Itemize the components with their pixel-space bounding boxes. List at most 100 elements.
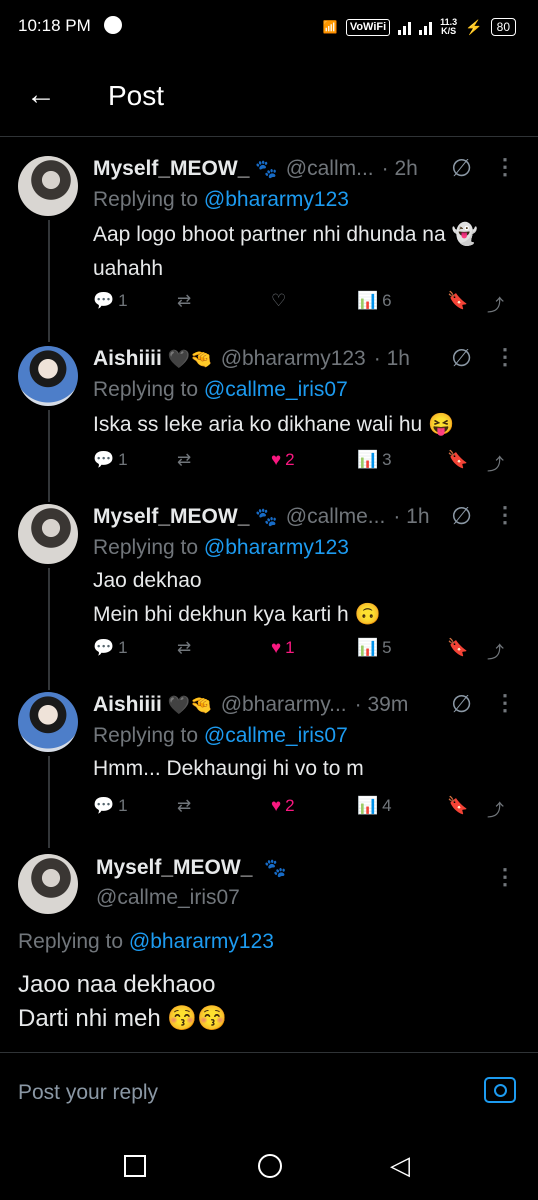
avatar[interactable] (18, 692, 78, 752)
share-button[interactable]: ⤴ (487, 450, 504, 475)
views-button[interactable]: 📊 6 (357, 291, 392, 311)
focused-tweet: Myself_MEOW_ 🐾 @callme_iris07 ⋮ Replying… (0, 850, 538, 1050)
grok-icon[interactable]: ∅ (451, 154, 472, 183)
tweet-text-line: Aap logo bhoot partner nhi dhunda na 👻 (93, 223, 478, 246)
repost-button[interactable]: ⇄ (177, 450, 191, 470)
avatar[interactable] (18, 854, 78, 914)
repost-icon: ⇄ (177, 291, 192, 310)
replying-to: Replying to @bhararmy123 (18, 930, 274, 953)
views-icon: 📊 (357, 450, 379, 469)
share-button[interactable]: ⤴ (487, 291, 504, 316)
tweet-text-line: Jaoo naa dekhaoo (18, 971, 216, 998)
reply-icon: 💬 (93, 291, 115, 310)
back-triangle-icon[interactable]: ◁ (390, 1150, 410, 1181)
more-options-icon[interactable]: ⋮ (494, 864, 516, 890)
mention-link[interactable]: @bhararmy123 (204, 536, 349, 559)
reply-button[interactable]: 💬 1 (93, 638, 128, 658)
more-options-icon[interactable]: ⋮ (494, 154, 516, 180)
display-name[interactable]: Aishiiii (93, 347, 162, 371)
bookmark-button[interactable]: 🔖 (447, 638, 468, 658)
mention-link[interactable]: @callme_iris07 (204, 724, 348, 747)
user-handle[interactable]: @callm... (286, 157, 374, 181)
repost-button[interactable]: ⇄ (177, 291, 191, 311)
avatar[interactable] (18, 504, 78, 564)
more-options-icon[interactable]: ⋮ (494, 502, 516, 528)
status-time: 10:18 PM (18, 16, 91, 35)
mention-link[interactable]: @callme_iris07 (204, 378, 348, 401)
replying-to: Replying to @callme_iris07 (93, 724, 348, 747)
reply-input[interactable]: Post your reply (18, 1081, 158, 1105)
repost-button[interactable]: ⇄ (177, 796, 191, 816)
bookmark-button[interactable]: 🔖 (447, 450, 468, 470)
views-button[interactable]: 📊 4 (357, 796, 392, 816)
grok-icon[interactable]: ∅ (451, 344, 472, 373)
charging-icon: ⚡ (465, 18, 483, 35)
more-options-icon[interactable]: ⋮ (494, 344, 516, 370)
views-button[interactable]: 📊 3 (357, 450, 392, 470)
avatar[interactable] (18, 156, 78, 216)
name-emoji: 🐾 (255, 506, 278, 527)
tweet-actions: 💬 1 ⇄ ♡ 📊 6 🔖 ⤴ (93, 291, 518, 317)
display-name[interactable]: Aishiiii (93, 693, 162, 717)
user-handle[interactable]: @callme... (286, 505, 386, 529)
bookmark-icon: 🔖 (447, 796, 469, 815)
repost-icon: ⇄ (177, 450, 192, 469)
battery-level: 80 (490, 18, 516, 36)
share-icon: ⤴ (487, 296, 504, 315)
more-options-icon[interactable]: ⋮ (494, 690, 516, 716)
tweet-text: Jaoo naa dekhaoo Darti nhi meh 😚😚 (18, 968, 227, 1036)
bookmark-button[interactable]: 🔖 (447, 291, 468, 311)
like-button[interactable]: ♥ 1 (271, 638, 295, 658)
vowifi-badge: VoWiFi (345, 18, 391, 36)
reply-tweet[interactable]: Aishiiii 🖤🤏 @bhararmy... · 39m ∅ ⋮ Reply… (0, 690, 538, 840)
grok-icon[interactable]: ∅ (451, 502, 472, 531)
views-icon: 📊 (357, 796, 379, 815)
mention-link[interactable]: @bhararmy123 (204, 188, 349, 211)
recents-icon[interactable] (124, 1155, 146, 1177)
signal-icon (398, 19, 412, 35)
heart-filled-icon: ♥ (271, 796, 282, 815)
status-icons: 📶 VoWiFi 11.3 K/S ⚡ 80 (323, 16, 516, 38)
share-button[interactable]: ⤴ (487, 638, 504, 663)
reply-tweet[interactable]: Myself_MEOW_ 🐾 @callme... · 1h ∅ ⋮ Reply… (0, 502, 538, 682)
reply-tweet[interactable]: Aishiiii 🖤🤏 @bhararmy123 · 1h ∅ ⋮ Replyi… (0, 344, 538, 494)
back-arrow-icon[interactable]: ← (26, 80, 56, 110)
repost-button[interactable]: ⇄ (177, 638, 191, 658)
reply-button[interactable]: 💬 1 (93, 291, 128, 311)
share-button[interactable]: ⤴ (487, 796, 504, 821)
like-button[interactable]: ♡ (271, 291, 290, 311)
tweet-text-line: Jao dekhao (93, 569, 202, 592)
replying-to: Replying to @bhararmy123 (93, 188, 349, 211)
display-name[interactable]: Myself_MEOW_ (96, 856, 252, 879)
name-emoji: 🐾 (264, 858, 287, 878)
user-handle[interactable]: @callme_iris07 (96, 886, 240, 910)
bookmark-icon: 🔖 (447, 450, 469, 469)
system-nav-bar: ◁ (0, 1136, 538, 1200)
signal-icon-2 (419, 19, 433, 35)
page-title: Post (108, 80, 165, 111)
replying-to: Replying to @bhararmy123 (93, 536, 349, 559)
timestamp: · 1h (393, 505, 430, 528)
tweet-text: Hmm... Dekhaungi hi vo to m (93, 752, 364, 786)
user-handle[interactable]: @bhararmy123 (221, 347, 366, 371)
tweet-text-line: Iska ss leke aria ko dikhane wali hu 😝 (93, 413, 455, 436)
reply-tweet[interactable]: Myself_MEOW_ 🐾 @callm... · 2h ∅ ⋮ Replyi… (0, 154, 538, 326)
reply-button[interactable]: 💬 1 (93, 450, 128, 470)
grok-icon[interactable]: ∅ (451, 690, 472, 719)
views-button[interactable]: 📊 5 (357, 638, 392, 658)
display-name[interactable]: Myself_MEOW_ (93, 505, 249, 529)
user-handle[interactable]: @bhararmy... (221, 693, 347, 717)
reply-icon: 💬 (93, 796, 115, 815)
reply-icon: 💬 (93, 450, 115, 469)
reply-button[interactable]: 💬 1 (93, 796, 128, 816)
camera-icon[interactable] (484, 1077, 516, 1103)
like-button[interactable]: ♥ 2 (271, 796, 295, 816)
avatar[interactable] (18, 346, 78, 406)
mention-link[interactable]: @bhararmy123 (129, 930, 274, 953)
display-name[interactable]: Myself_MEOW_ (93, 157, 249, 181)
home-icon[interactable] (258, 1154, 282, 1178)
bookmark-button[interactable]: 🔖 (447, 796, 468, 816)
timestamp: · 1h (373, 347, 410, 370)
tweet-actions: 💬 1 ⇄ ♥ 2 📊 4 🔖 ⤴ (93, 796, 518, 822)
like-button[interactable]: ♥ 2 (271, 450, 295, 470)
